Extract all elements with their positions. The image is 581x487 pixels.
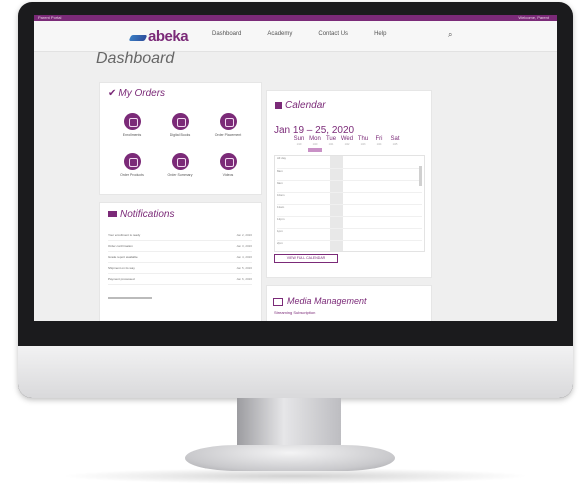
notification-date: Jan 4, 2020 <box>236 255 252 259</box>
calendar-range: Jan 19 – 25, 2020 <box>274 125 355 136</box>
search-icon[interactable]: ⌕ <box>448 30 452 40</box>
notification-text: Shipment on its way <box>108 266 135 270</box>
calendar-hour: 8am <box>277 168 422 173</box>
calendar-date: 1/24 <box>376 143 382 146</box>
notification-row[interactable]: Payment processed Jan 6, 2020 <box>108 277 252 285</box>
order-item-label: Order Placement <box>214 133 242 137</box>
calendar-dates: 1/19 1/20 1/21 1/22 1/23 1/24 1/25 <box>292 143 404 146</box>
brand-name: abeka <box>148 28 189 45</box>
media-card: Media Management Streaming Subscription <box>266 285 432 321</box>
calendar-title: Calendar <box>275 100 326 111</box>
nav-help[interactable]: Help <box>374 31 386 37</box>
calendar-icon <box>275 101 282 109</box>
calendar-hour: 2pm <box>277 240 422 245</box>
order-item-order-products[interactable]: Order Products <box>112 153 152 177</box>
calendar-day: Fri <box>375 136 383 142</box>
order-item-digital-books[interactable]: Digital Books <box>160 113 200 137</box>
nav-contact-us[interactable]: Contact Us <box>318 31 348 37</box>
notification-text: Order confirmation <box>108 244 133 248</box>
checklist-icon <box>219 113 237 130</box>
notification-text: Your enrollment is ready <box>108 233 141 237</box>
calendar-day: Thu <box>357 136 369 142</box>
order-item-enrollments[interactable]: Enrollments <box>112 113 152 137</box>
order-item-label: Order Summary <box>167 173 193 177</box>
order-item-label: Digital Books <box>169 133 191 137</box>
monitor-chin <box>18 346 573 398</box>
calendar-day: Sun <box>293 136 305 142</box>
envelope-icon <box>108 211 117 218</box>
notification-row[interactable]: Order confirmation Jan 3, 2020 <box>108 244 252 252</box>
orders-title: ✔ My Orders <box>108 88 165 99</box>
main-nav: Dashboard Academy Contact Us Help <box>212 31 412 37</box>
order-item-order-placement[interactable]: Order Placement <box>208 113 248 137</box>
grid-icon <box>171 153 189 170</box>
calendar-day-headers: Sun Mon Tue Wed Thu Fri Sat <box>292 136 404 142</box>
order-item-order-summary[interactable]: Order Summary <box>160 153 200 177</box>
notifications-card: Notifications Your enrollment is ready Ja… <box>99 202 262 321</box>
notifications-title: Notifications <box>108 209 174 220</box>
checkmark-icon: ✔ <box>108 88 117 99</box>
calendar-date: 1/22 <box>344 143 350 146</box>
calendar-date: 1/19 <box>296 143 302 146</box>
calendar-date: 1/21 <box>328 143 334 146</box>
order-item-videos[interactable]: Videos <box>208 153 248 177</box>
calendar-hour: 10am <box>277 192 422 197</box>
order-item-label: Enrollments <box>122 133 142 137</box>
calendar-scrollbar[interactable] <box>419 166 422 186</box>
notification-date: Jan 3, 2020 <box>236 244 252 248</box>
orders-title-text: My Orders <box>118 88 166 99</box>
notification-row[interactable]: Shipment on its way Jan 5, 2020 <box>108 266 252 274</box>
calendar-day: Mon <box>309 136 321 142</box>
media-subtitle[interactable]: Streaming Subscription <box>274 310 315 315</box>
nav-academy[interactable]: Academy <box>267 31 292 37</box>
calendar-hour: All day <box>277 156 287 160</box>
calendar-day: Wed <box>340 136 354 142</box>
monitor-stand-base <box>185 445 395 471</box>
calendar-date: 1/20 <box>312 143 318 146</box>
calendar-hour: 11am <box>277 204 422 209</box>
notification-row[interactable]: Grade report available Jan 4, 2020 <box>108 255 252 263</box>
order-item-label: Order Products <box>120 173 144 177</box>
people-icon <box>123 113 141 130</box>
brand-logo[interactable]: abeka <box>128 28 189 45</box>
page-title: Dashboard <box>96 50 175 67</box>
notification-text: Payment processed <box>108 277 135 281</box>
view-full-calendar-button[interactable]: VIEW FULL CALENDAR <box>274 254 338 263</box>
book-icon <box>171 113 189 130</box>
monitor-icon <box>273 297 283 306</box>
monitor-stand-neck <box>237 398 341 448</box>
calendar-card: Calendar Jan 19 – 25, 2020 Sun Mon Tue W… <box>266 90 432 278</box>
orders-card: ✔ My Orders Enrollments Digital Books Ord… <box>99 82 262 195</box>
today-marker <box>308 148 322 152</box>
media-title-text: Media Management <box>287 296 367 306</box>
calendar-date: 1/23 <box>360 143 366 146</box>
notification-date: Jan 5, 2020 <box>236 266 252 270</box>
media-title: Media Management <box>273 296 367 306</box>
play-icon <box>219 153 237 170</box>
calendar-date: 1/25 <box>392 143 398 146</box>
calendar-hour: 9am <box>277 180 422 185</box>
calendar-day: Sat <box>390 136 400 142</box>
notification-text: Grade report available <box>108 255 138 259</box>
notifications-title-text: Notifications <box>120 209 175 220</box>
calendar-grid[interactable]: All day 8am 9am 10am 11am 12pm 1pm 2pm <box>274 155 425 252</box>
tablet-icon <box>123 153 141 170</box>
calendar-hour: 12pm <box>277 216 422 221</box>
navbar: abeka Dashboard Academy Contact Us Help … <box>34 21 557 52</box>
monitor-screen: Parent Portal Welcome, Parent abeka Dash… <box>34 15 557 321</box>
notification-date: Jan 6, 2020 <box>236 277 252 281</box>
notifications-scrollbar[interactable] <box>108 297 152 299</box>
calendar-title-text: Calendar <box>285 100 326 111</box>
order-item-label: Videos <box>222 173 234 177</box>
notification-date: Jan 2, 2020 <box>236 233 252 237</box>
logo-swoosh-icon <box>128 35 148 41</box>
notification-row[interactable]: Your enrollment is ready Jan 2, 2020 <box>108 233 252 241</box>
calendar-day: Tue <box>325 136 337 142</box>
calendar-hour: 1pm <box>277 228 422 233</box>
nav-dashboard[interactable]: Dashboard <box>212 31 241 37</box>
